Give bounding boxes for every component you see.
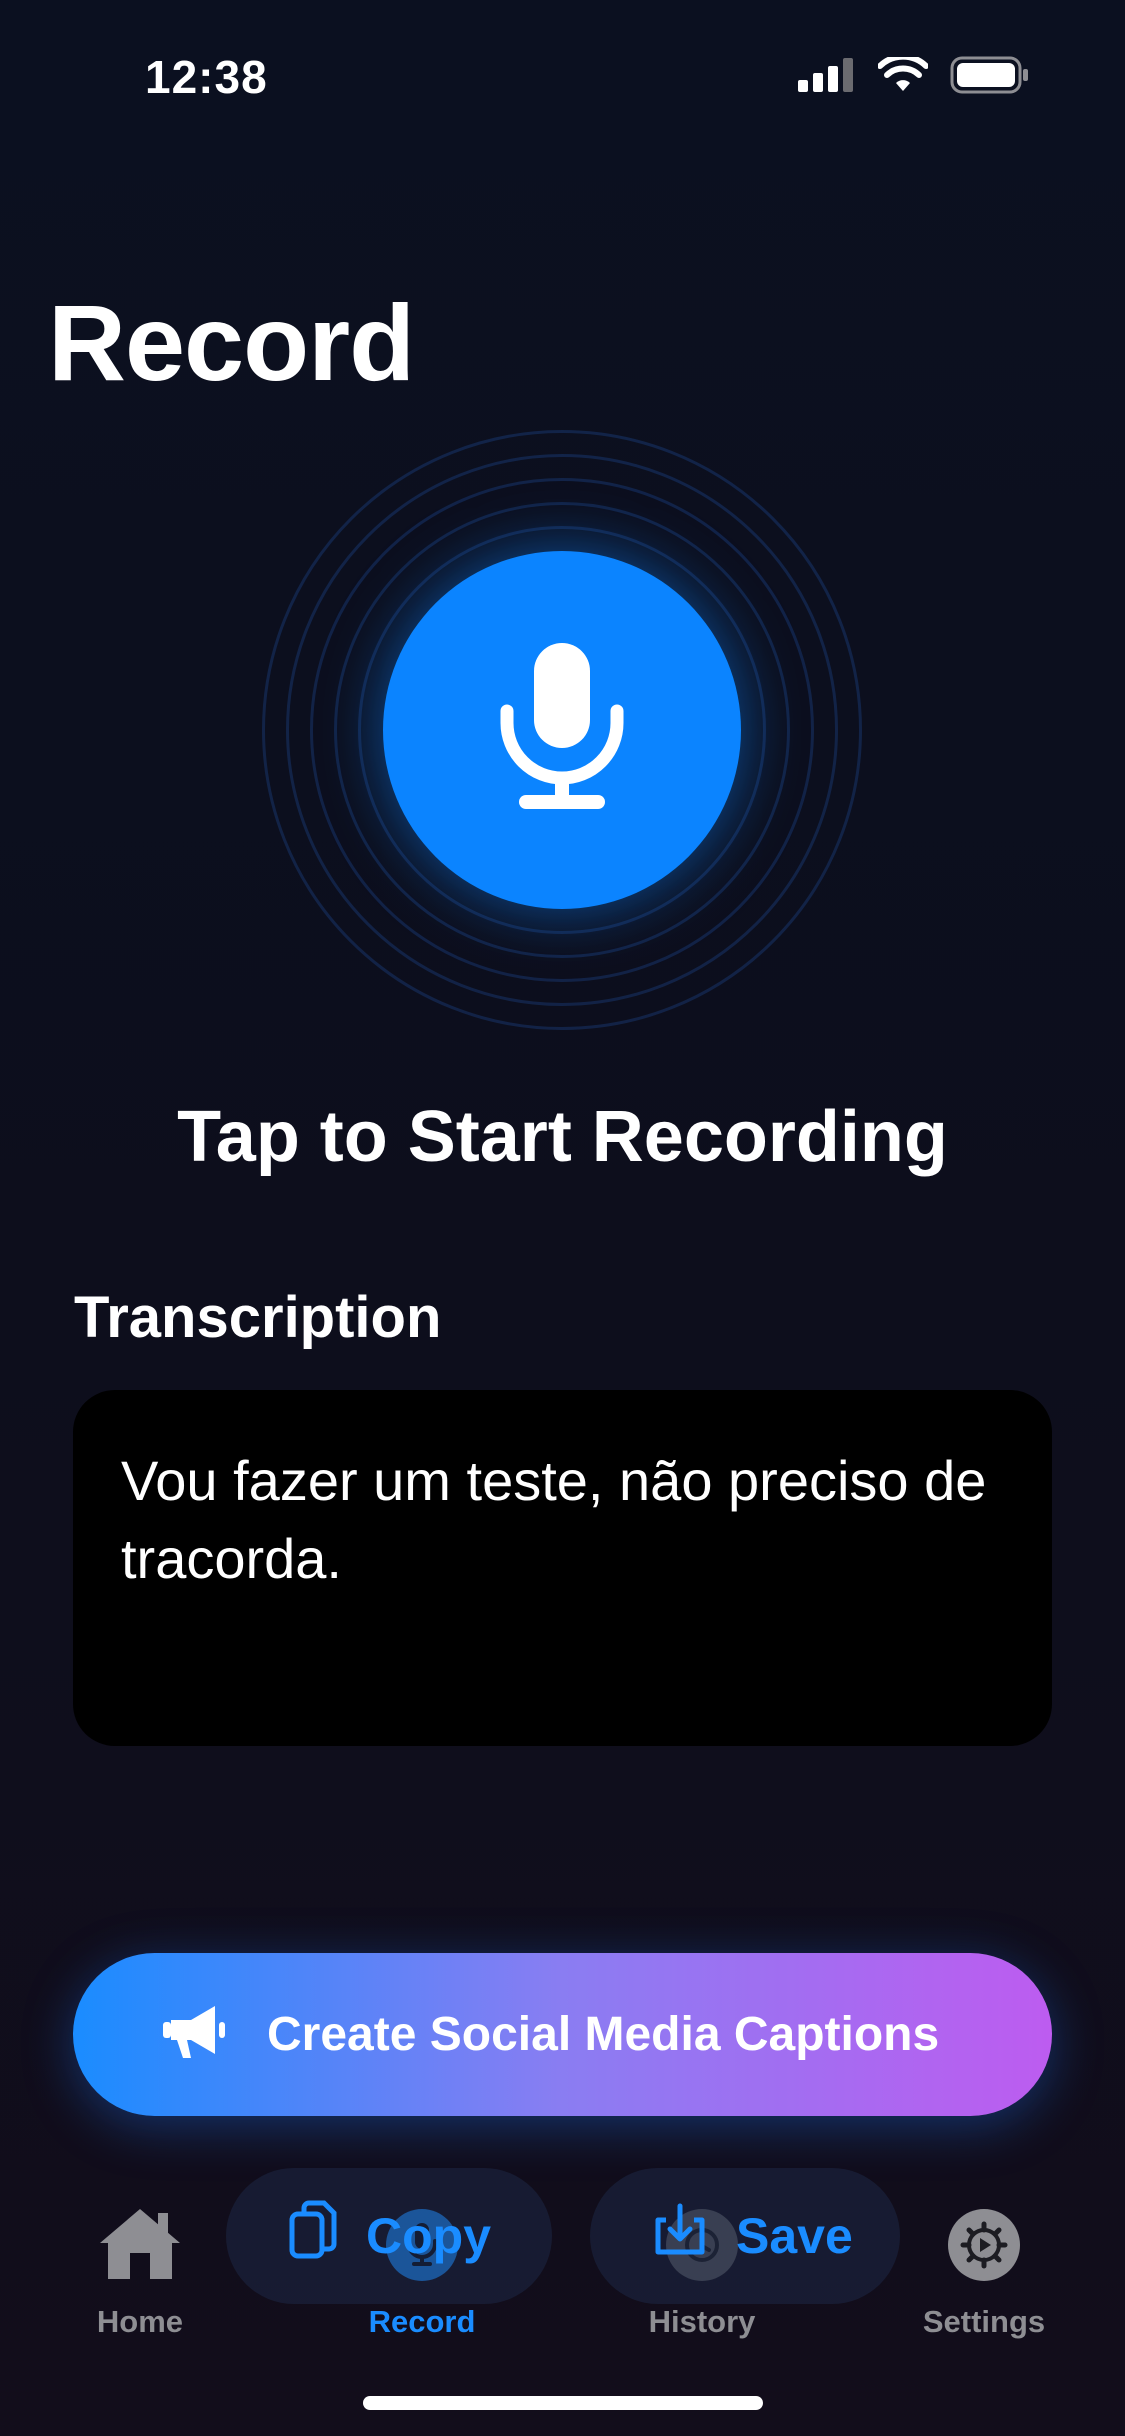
create-captions-label: Create Social Media Captions (267, 2008, 940, 2061)
home-icon (96, 2205, 184, 2286)
battery-icon (950, 56, 1030, 99)
page-title: Record (48, 282, 415, 403)
save-icon (652, 2202, 708, 2270)
home-indicator (363, 2396, 763, 2410)
tab-record-label: Record (368, 2304, 476, 2339)
status-time: 12:38 (145, 51, 268, 103)
save-button[interactable]: Save (590, 2168, 900, 2304)
transcription-label: Transcription (74, 1285, 442, 1350)
tab-settings[interactable]: Settings (884, 2200, 1084, 2340)
copy-button[interactable]: Copy (226, 2168, 552, 2304)
megaphone-icon (161, 2002, 227, 2067)
tab-history-label: History (648, 2304, 756, 2339)
copy-icon (288, 2200, 338, 2272)
tab-home-label: Home (96, 2304, 184, 2339)
status-icons (798, 53, 1030, 99)
create-captions-button[interactable]: Create Social Media Captions (73, 1953, 1052, 2116)
copy-label: Copy (366, 2208, 491, 2264)
microphone-icon (497, 642, 627, 818)
tab-settings-label: Settings (922, 2304, 1046, 2339)
save-label: Save (736, 2208, 853, 2264)
transcription-text: Vou fazer um teste, não preciso de traco… (121, 1449, 987, 1590)
status-bar: 12:38 (0, 0, 1125, 150)
tab-home[interactable]: Home (40, 2200, 240, 2340)
record-prompt: Tap to Start Recording (177, 1097, 948, 1177)
transcription-box[interactable]: Vou fazer um teste, não preciso de traco… (73, 1390, 1052, 1746)
gear-icon (948, 2209, 1020, 2281)
record-button[interactable] (383, 551, 741, 909)
record-area (262, 430, 862, 1030)
cellular-signal-icon (798, 58, 856, 97)
tab-bar: Home Record History Settings (0, 2200, 1125, 2350)
wifi-icon (877, 53, 929, 98)
